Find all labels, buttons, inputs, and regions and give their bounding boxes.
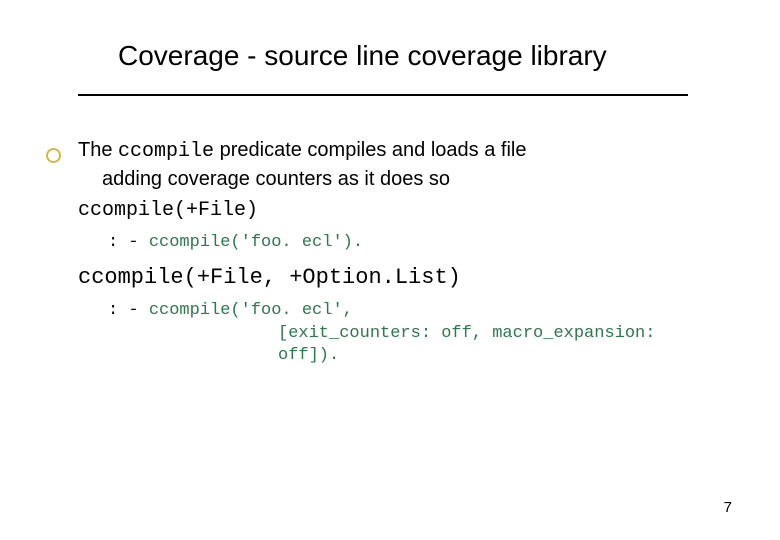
example-2-line-2: [exit_counters: off, macro_expansion: of… xyxy=(278,323,688,367)
signature-2: ccompile(+File, +Option.List) xyxy=(78,264,688,292)
ex1-colon: : - xyxy=(108,233,149,252)
ex2-colon: : - xyxy=(108,301,149,320)
intro-mid: predicate compiles and loads a file xyxy=(214,139,526,161)
intro-line-2: adding coverage counters as it does so xyxy=(102,167,688,193)
intro-code: ccompile xyxy=(118,140,214,163)
title-rule xyxy=(78,94,688,96)
example-1: : - ccompile('foo. ecl'). xyxy=(108,232,688,254)
intro-line-1: The ccompile predicate compiles and load… xyxy=(78,138,688,165)
ex2-code-a: ccompile('foo. ecl', xyxy=(149,301,353,320)
intro-lead: The xyxy=(78,139,118,161)
bullet-icon xyxy=(46,148,61,163)
page-number: 7 xyxy=(724,499,732,516)
ex1-code: ccompile('foo. ecl'). xyxy=(149,233,363,252)
example-2-line-1: : - ccompile('foo. ecl', xyxy=(108,300,688,322)
slide: Coverage - source line coverage library … xyxy=(0,0,780,540)
signature-1: ccompile(+File) xyxy=(78,198,688,224)
slide-title: Coverage - source line coverage library xyxy=(118,40,607,72)
body-text: The ccompile predicate compiles and load… xyxy=(78,138,688,367)
